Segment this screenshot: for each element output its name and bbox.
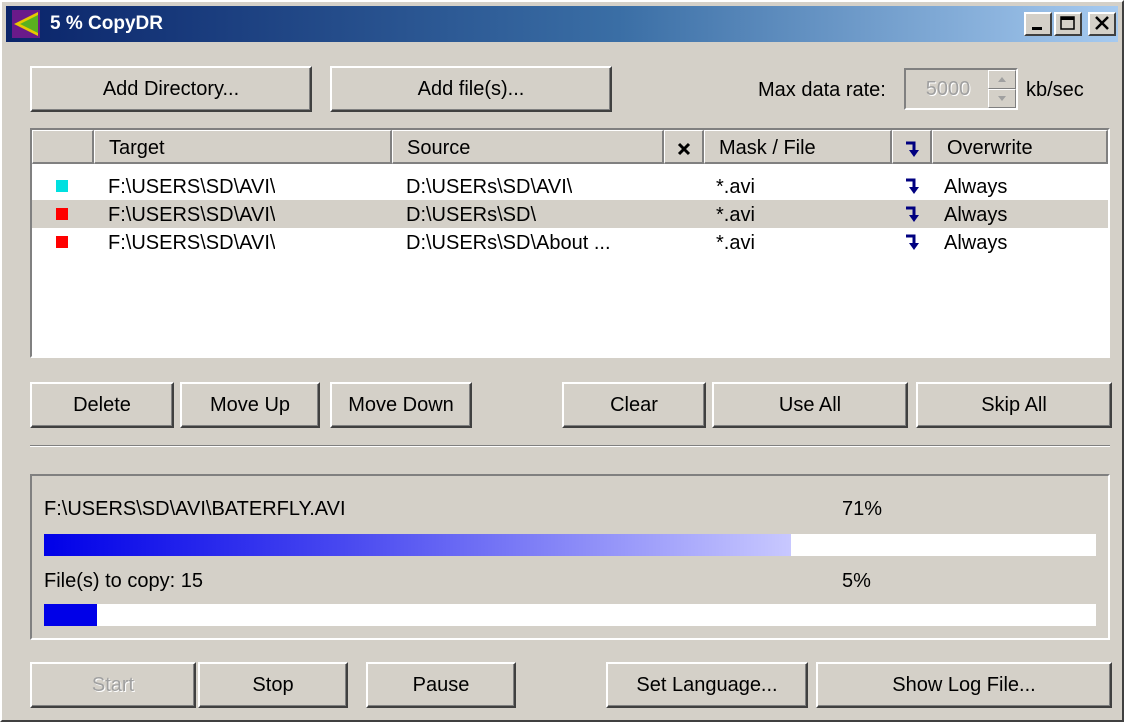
stop-button[interactable]: Stop (198, 662, 348, 708)
title-bar[interactable]: 5 % CopyDR (6, 6, 1118, 42)
total-percent-label: 5% (842, 570, 871, 592)
x-icon (677, 142, 690, 155)
minimize-button[interactable] (1024, 12, 1052, 36)
separator (30, 445, 1110, 447)
column-header-status[interactable] (32, 130, 94, 164)
current-file-progress-fill (44, 534, 791, 556)
copydr-window: 5 % CopyDR Add Directory... Add file(s).… (0, 0, 1124, 722)
pause-button[interactable]: Pause (366, 662, 516, 708)
skip-all-button[interactable]: Skip All (916, 382, 1112, 428)
spin-down-button[interactable] (988, 89, 1016, 108)
move-up-button[interactable]: Move Up (180, 382, 320, 428)
arrow-down-right-icon (906, 178, 919, 194)
row-target: F:\USERS\SD\AVI\ (108, 204, 276, 226)
arrow-down-right-icon (906, 206, 919, 222)
max-rate-unit: kb/sec (1026, 79, 1084, 101)
app-icon (12, 10, 40, 38)
window-title: 5 % CopyDR (50, 13, 163, 34)
clear-button[interactable]: Clear (562, 382, 706, 428)
set-language-button[interactable]: Set Language... (606, 662, 808, 708)
start-button[interactable]: Start (30, 662, 196, 708)
status-square-icon (56, 236, 68, 248)
use-all-button[interactable]: Use All (712, 382, 908, 428)
current-percent-label: 71% (842, 498, 883, 520)
column-header-exclude[interactable] (664, 130, 704, 164)
spin-up-button[interactable] (988, 70, 1016, 89)
spin-down-icon (998, 96, 1006, 101)
maximize-icon (1060, 16, 1075, 30)
row-target: F:\USERS\SD\AVI\ (108, 232, 276, 254)
row-mask: *.avi (716, 176, 755, 198)
column-header-target[interactable]: Target (94, 130, 392, 164)
row-source: D:\USERs\SD\About ... (406, 232, 611, 254)
move-down-button[interactable]: Move Down (330, 382, 472, 428)
row-source: D:\USERs\SD\AVI\ (406, 176, 573, 198)
current-file-progress-bar (44, 534, 1096, 556)
delete-button[interactable]: Delete (30, 382, 174, 428)
total-progress-bar (44, 604, 1096, 626)
row-overwrite: Always (944, 232, 1008, 254)
max-rate-spinner[interactable]: 5000 (904, 68, 1018, 110)
column-header-mask[interactable]: Mask / File (704, 130, 892, 164)
row-target: F:\USERS\SD\AVI\ (108, 176, 276, 198)
total-progress-fill (44, 604, 97, 626)
table-row[interactable]: F:\USERS\SD\AVI\ D:\USERs\SD\ *.avi Alwa… (32, 200, 1108, 228)
close-button[interactable] (1088, 12, 1116, 36)
add-files-button[interactable]: Add file(s)... (330, 66, 612, 112)
max-rate-value: 5000 (925, 78, 971, 100)
files-to-copy-label: File(s) to copy: 15 (44, 570, 203, 592)
show-log-file-button[interactable]: Show Log File... (816, 662, 1112, 708)
table-row[interactable]: F:\USERS\SD\AVI\ D:\USERs\SD\AVI\ *.avi … (32, 172, 1108, 200)
row-mask: *.avi (716, 232, 755, 254)
row-overwrite: Always (944, 204, 1008, 226)
column-header-overwrite[interactable]: Overwrite (932, 130, 1108, 164)
job-list[interactable]: Target Source Mask / File Overwrite F:\U… (30, 128, 1110, 358)
arrow-down-right-icon (905, 141, 919, 157)
row-source: D:\USERs\SD\ (406, 204, 537, 226)
row-mask: *.avi (716, 204, 755, 226)
current-file-label: F:\USERS\SD\AVI\BATERFLY.AVI (44, 498, 346, 520)
maximize-button[interactable] (1054, 12, 1082, 36)
column-header-source[interactable]: Source (392, 130, 664, 164)
add-directory-button[interactable]: Add Directory... (30, 66, 312, 112)
column-header-subdirs[interactable] (892, 130, 932, 164)
status-square-icon (56, 208, 68, 220)
row-overwrite: Always (944, 176, 1008, 198)
max-rate-label: Max data rate: (758, 79, 886, 101)
status-square-icon (56, 180, 68, 192)
table-row[interactable]: F:\USERS\SD\AVI\ D:\USERs\SD\About ... *… (32, 228, 1108, 256)
minimize-icon (1032, 27, 1042, 30)
close-icon (1095, 16, 1109, 30)
spin-up-icon (998, 77, 1006, 82)
progress-panel: F:\USERS\SD\AVI\BATERFLY.AVI 71% File(s)… (30, 474, 1110, 640)
arrow-down-right-icon (906, 234, 919, 250)
